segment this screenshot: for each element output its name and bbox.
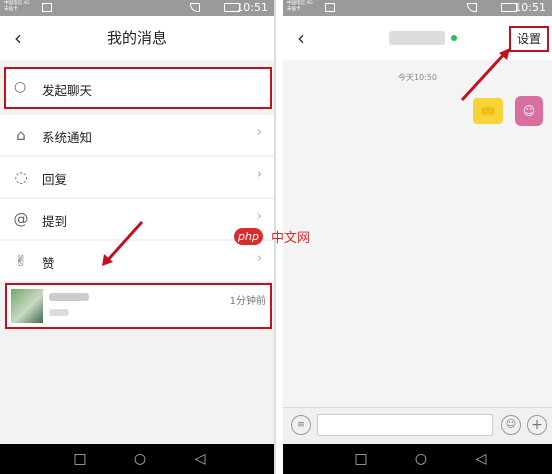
chevron-right-icon: › — [256, 167, 262, 182]
plus-icon[interactable]: + — [527, 415, 547, 435]
signal-icon — [190, 3, 200, 12]
thumbs-up-icon: ✌ — [14, 252, 28, 270]
menu-item-label: 赞 — [42, 256, 55, 271]
start-chat-button[interactable]: ○ 发起聊天 — [4, 67, 272, 109]
at-icon: @ — [13, 210, 29, 228]
contact-name-blurred — [49, 293, 89, 301]
start-chat-label: 发起聊天 — [42, 83, 93, 98]
user-avatar[interactable]: ☺ — [515, 96, 543, 126]
bell-icon: ⌂ — [16, 126, 26, 144]
emoji-icon[interactable]: ☺ — [501, 415, 521, 435]
right-screen: 中国电信 4G 未插卡 10:51 ‹ 设置 今天10:50 ☺ ≡ ☺ + □… — [283, 0, 552, 474]
message-text-blurred — [481, 107, 495, 115]
home-button[interactable]: ○ — [413, 451, 429, 467]
header: ‹ 设置 — [283, 16, 552, 61]
chat-area — [283, 60, 552, 408]
message-bubble[interactable] — [473, 98, 503, 124]
contact-list-item[interactable]: 1分钟前 — [5, 283, 272, 329]
image-notify-icon — [325, 3, 335, 12]
menu-item-label: 系统通知 — [42, 130, 93, 145]
header: ‹ 我的消息 — [0, 16, 274, 61]
watermark: php 中文网 — [234, 226, 310, 250]
online-status-dot — [451, 35, 457, 41]
watermark-logo: php — [234, 228, 263, 245]
carrier-text: 中国电信 4G 未插卡 — [287, 1, 313, 12]
status-clock: 10:51 — [236, 1, 268, 14]
signal-icon — [467, 3, 477, 12]
menu-item-like[interactable]: ✌ 赞 › — [0, 241, 274, 281]
home-button[interactable]: ○ — [132, 451, 148, 467]
contact-time: 1分钟前 — [229, 296, 266, 307]
back-button[interactable]: ◁ — [192, 451, 208, 467]
chevron-right-icon: › — [256, 125, 262, 140]
chat-partner-name-blurred — [389, 31, 445, 45]
chat-bubble-icon: ○ — [14, 79, 27, 95]
page-title: 我的消息 — [106, 29, 167, 47]
comment-icon: ◌ — [14, 168, 28, 186]
settings-button[interactable]: 设置 — [509, 26, 549, 52]
chevron-right-icon: › — [256, 209, 262, 224]
message-timestamp: 今天10:50 — [397, 73, 438, 82]
voice-icon[interactable]: ≡ — [291, 415, 311, 435]
menu-item-system-notice[interactable]: ⌂ 系统通知 › — [0, 115, 274, 155]
carrier-text: 中国电信 4G 未插卡 — [4, 1, 30, 12]
android-nav-bar: □ ○ ◁ — [283, 444, 552, 474]
recent-apps-button[interactable]: □ — [72, 451, 88, 467]
back-chevron-icon[interactable]: ‹ — [297, 26, 305, 50]
recent-apps-button[interactable]: □ — [353, 451, 369, 467]
contact-message-blurred — [49, 309, 69, 316]
status-bar: 中国电信 4G 未插卡 10:51 — [283, 0, 552, 16]
avatar — [11, 289, 43, 323]
menu-item-mention[interactable]: @ 提到 › — [0, 199, 274, 239]
back-button[interactable]: ◁ — [473, 451, 489, 467]
input-bar: ≡ ☺ + — [283, 407, 552, 444]
status-clock: 10:51 — [514, 1, 546, 14]
image-notify-icon — [42, 3, 52, 12]
menu-item-label: 提到 — [42, 214, 68, 229]
message-input[interactable] — [317, 414, 493, 436]
chevron-right-icon: › — [256, 251, 262, 266]
menu-item-label: 回复 — [42, 172, 68, 187]
menu-item-reply[interactable]: ◌ 回复 › — [0, 157, 274, 197]
watermark-text: 中文网 — [271, 231, 311, 246]
android-nav-bar: □ ○ ◁ — [0, 444, 274, 474]
status-bar: 中国电信 4G 未插卡 10:51 — [0, 0, 274, 16]
